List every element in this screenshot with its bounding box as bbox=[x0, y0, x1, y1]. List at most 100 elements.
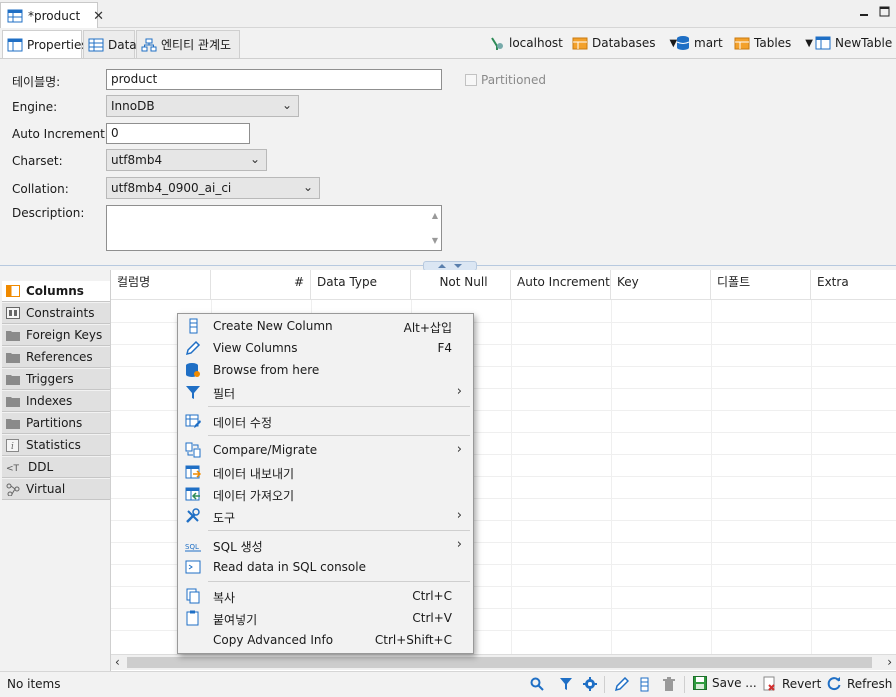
partitioned-checkbox[interactable]: Partitioned bbox=[465, 73, 546, 87]
column-add-icon[interactable] bbox=[640, 677, 650, 692]
charset-label: Charset: bbox=[12, 154, 63, 168]
column-header[interactable]: Auto Increment bbox=[511, 270, 611, 300]
minimize-icon[interactable] bbox=[859, 7, 869, 17]
menu-item-label: 복사 bbox=[213, 591, 236, 605]
revert-button[interactable]: Revert bbox=[763, 676, 821, 691]
collation-label: Collation: bbox=[12, 182, 69, 196]
vtab-constraints[interactable]: Constraints bbox=[2, 303, 110, 324]
menu-item-tools[interactable]: 도구 › bbox=[179, 505, 472, 527]
toolbar-localhost[interactable]: localhost bbox=[489, 34, 563, 52]
database-icon bbox=[676, 35, 690, 51]
engine-select[interactable]: InnoDB ⌄ bbox=[106, 95, 299, 117]
search-icon[interactable] bbox=[530, 677, 544, 691]
menu-item-label: 데이터 내보내기 bbox=[213, 467, 295, 481]
connection-icon bbox=[489, 35, 505, 51]
description-textarea[interactable]: ▲ ▼ bbox=[106, 205, 442, 251]
revert-icon bbox=[763, 676, 777, 691]
scroll-down-icon[interactable]: ▼ bbox=[432, 233, 438, 248]
submenu-arrow-icon: › bbox=[456, 508, 462, 523]
pencil-icon bbox=[185, 340, 201, 356]
menu-item-copy-advanced-info[interactable]: Copy Advanced Info Ctrl+Shift+C bbox=[179, 629, 472, 651]
table-name-input[interactable]: product bbox=[106, 69, 442, 90]
vtab-virtual[interactable]: Virtual bbox=[2, 479, 110, 500]
column-header[interactable]: Key bbox=[611, 270, 711, 300]
menu-item-view-columns[interactable]: View Columns F4 bbox=[179, 337, 472, 359]
collation-select[interactable]: utf8mb4_0900_ai_ci ⌄ bbox=[106, 177, 320, 199]
vtab-indexes[interactable]: Indexes bbox=[2, 391, 110, 412]
menu-item-read-data-sql-console[interactable]: Read data in SQL console bbox=[179, 556, 472, 578]
horizontal-scrollbar[interactable]: ‹ › bbox=[111, 654, 896, 670]
properties-panel: 테이블명: product Partitioned Engine: InnoDB… bbox=[0, 59, 896, 265]
column-header[interactable]: 컬럼명 bbox=[111, 270, 211, 300]
trash-icon[interactable] bbox=[663, 677, 675, 692]
auto-increment-input[interactable]: 0 bbox=[106, 123, 250, 144]
menu-item-label: 도구 bbox=[213, 511, 236, 525]
vtab-label: Triggers bbox=[26, 372, 74, 386]
vtab-ddl[interactable]: <T DDL bbox=[2, 457, 110, 478]
scroll-right-icon[interactable]: › bbox=[887, 655, 892, 669]
menu-item-label: Compare/Migrate bbox=[213, 443, 318, 457]
menu-item-export-data[interactable]: 데이터 내보내기 bbox=[179, 461, 472, 483]
close-icon[interactable]: ✕ bbox=[93, 9, 104, 24]
menu-item-label: 데이터 수정 bbox=[213, 416, 273, 430]
editor-tab-title: *product bbox=[28, 9, 81, 23]
menu-item-copy[interactable]: 복사 Ctrl+C bbox=[179, 585, 472, 607]
scrollbar-thumb[interactable] bbox=[127, 657, 872, 668]
info-icon: i bbox=[6, 438, 20, 452]
gear-icon[interactable] bbox=[583, 677, 597, 691]
vtab-columns[interactable]: Columns bbox=[2, 281, 110, 302]
vtab-foreign-keys[interactable]: Foreign Keys bbox=[2, 325, 110, 346]
menu-item-edit-data[interactable]: 데이터 수정 bbox=[179, 410, 472, 432]
save-button[interactable]: Save ... bbox=[693, 676, 757, 690]
column-header[interactable]: # bbox=[211, 270, 311, 300]
menu-item-create-new-column[interactable]: Create New Column Alt+삽입 bbox=[179, 315, 472, 337]
menu-item-label: 데이터 가져오기 bbox=[213, 489, 295, 503]
submenu-arrow-icon: › bbox=[456, 384, 462, 399]
refresh-button[interactable]: Refresh bbox=[827, 676, 892, 691]
scroll-up-icon[interactable]: ▲ bbox=[432, 208, 438, 223]
vtab-partitions[interactable]: Partitions bbox=[2, 413, 110, 434]
vtab-references[interactable]: References bbox=[2, 347, 110, 368]
menu-item-browse-from-here[interactable]: Browse from here bbox=[179, 359, 472, 381]
folder-icon bbox=[6, 351, 20, 363]
vtab-triggers[interactable]: Triggers bbox=[2, 369, 110, 390]
toolbar-tables[interactable]: Tables ▼ bbox=[734, 34, 813, 52]
column-header[interactable]: Not Null bbox=[411, 270, 511, 300]
menu-item-generate-sql[interactable]: SQL SQL 생성 › bbox=[179, 534, 472, 556]
column-header[interactable]: Extra bbox=[811, 270, 896, 300]
tab-data[interactable]: Data bbox=[83, 30, 137, 58]
tab-er-diagram[interactable]: 엔티티 관계도 bbox=[136, 30, 240, 58]
column-header[interactable]: Data Type bbox=[311, 270, 411, 300]
editor-tab-product[interactable]: *product ✕ bbox=[0, 2, 104, 29]
engine-label: Engine: bbox=[12, 100, 58, 114]
pencil-icon[interactable] bbox=[614, 677, 629, 692]
divider bbox=[604, 676, 605, 693]
toolbar-mart[interactable]: mart bbox=[676, 34, 723, 52]
partitioned-label: Partitioned bbox=[481, 73, 547, 87]
menu-item-filter[interactable]: 필터 › bbox=[179, 381, 472, 403]
column-header[interactable]: 디폴트 bbox=[711, 270, 811, 300]
maximize-icon[interactable] bbox=[879, 6, 890, 17]
toolbar-databases[interactable]: Databases ▼ bbox=[572, 34, 677, 52]
svg-text:SQL: SQL bbox=[185, 543, 199, 551]
tab-properties[interactable]: Properties bbox=[2, 30, 88, 58]
scroll-left-icon[interactable]: ‹ bbox=[115, 655, 120, 669]
status-bar: No items Save ... Revert Refresh bbox=[0, 671, 896, 697]
menu-item-compare-migrate[interactable]: Compare/Migrate › bbox=[179, 439, 472, 461]
toolbar-newtable[interactable]: NewTable bbox=[815, 34, 892, 52]
menu-separator bbox=[208, 581, 470, 582]
menu-item-import-data[interactable]: 데이터 가져오기 bbox=[179, 483, 472, 505]
vtab-label: Indexes bbox=[26, 394, 73, 408]
dropdown-arrow-icon[interactable]: ▼ bbox=[805, 38, 813, 49]
columns-icon bbox=[6, 285, 20, 297]
save-icon bbox=[693, 676, 707, 690]
console-icon bbox=[185, 559, 201, 575]
menu-item-label: 붙여넣기 bbox=[213, 613, 258, 627]
menu-item-paste[interactable]: 붙여넣기 Ctrl+V bbox=[179, 607, 472, 629]
er-diagram-icon bbox=[141, 38, 157, 52]
menu-item-label: Create New Column bbox=[213, 319, 333, 333]
vtab-statistics[interactable]: i Statistics bbox=[2, 435, 110, 456]
folder-icon bbox=[6, 417, 20, 429]
charset-select[interactable]: utf8mb4 ⌄ bbox=[106, 149, 267, 171]
filter-icon[interactable] bbox=[559, 677, 573, 691]
